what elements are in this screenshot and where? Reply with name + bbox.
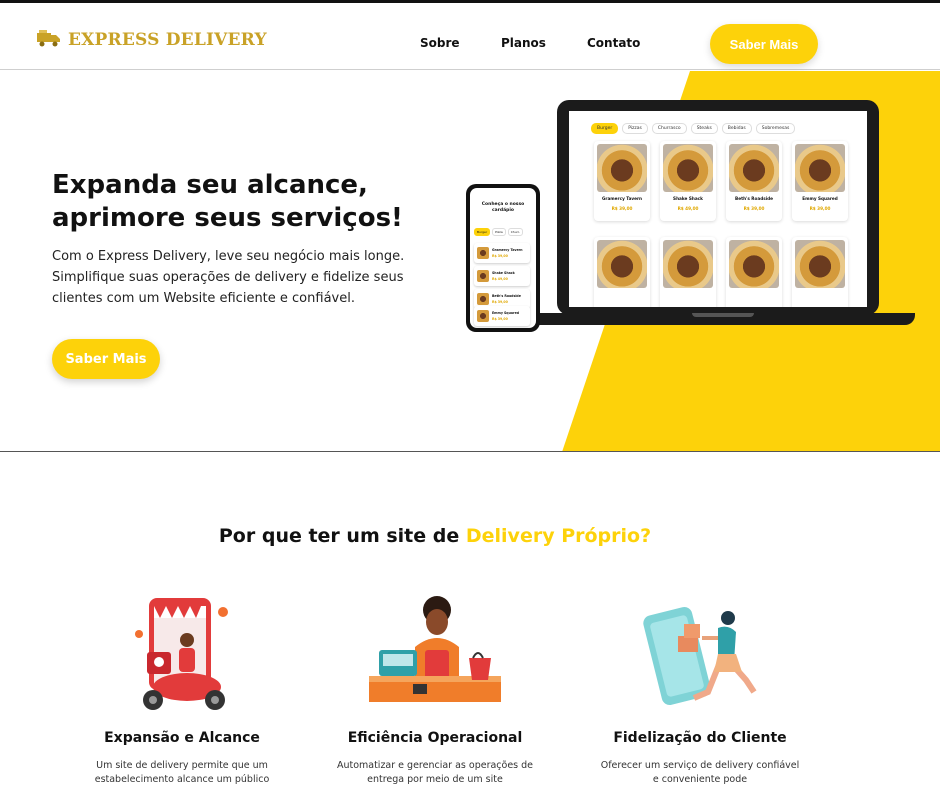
menu-tab-burger: Burger [591,123,619,134]
product-card [594,237,650,307]
product-card [660,237,716,307]
logo[interactable]: EXPRESS DELIVERY [36,29,267,51]
why-title-highlight: Delivery Próprio? [465,525,652,547]
menu-tab-steaks: Steaks [690,123,718,134]
burger-image [729,144,779,192]
burger-image [597,240,647,288]
product-name: Emmy Squared [802,196,838,201]
logo-text: EXPRESS DELIVERY [68,30,267,50]
phone-delivery-illustration [643,607,757,705]
product-name: Gramercy Tavern [601,196,643,201]
phone-tab: Pizza [492,228,506,236]
why-title-prefix: Por que ter um site de [218,525,466,547]
phone-screen: Conheça o nosso cardápio Burger Pizza Ch… [470,188,536,328]
phone-mockup: Conheça o nosso cardápio Burger Pizza Ch… [466,184,540,332]
laptop-screen: Burger Pizzas Churrasco Steaks Bebidas S… [569,111,867,307]
phone-tab: Churr. [507,228,523,236]
cashier-illustration [369,596,501,702]
burger-thumb [477,247,489,259]
phone-item-name: Beth's Roadside [492,294,521,298]
feature-title: Expansão e Alcance [104,730,260,746]
laptop-notch [692,313,754,317]
phone-item-name: Shake Shack [492,271,515,275]
burger-image [597,144,647,192]
product-price: R$ 39,00 [611,206,633,211]
product-card [792,237,848,307]
header-saber-mais-button[interactable]: Saber Mais [710,24,818,64]
phone-item-price: R$ 39,00 [492,300,508,304]
product-card: Emmy Squared R$ 39,00 [792,141,848,221]
nav-link-planos[interactable]: Planos [501,36,546,50]
product-price: R$ 49,00 [677,206,699,211]
phone-item-price: R$ 39,00 [492,317,508,321]
phone-list-item: Emmy Squared R$ 39,00 [474,306,530,326]
burger-image [663,144,713,192]
feature-text: Oferecer um serviço de delivery confiáve… [600,760,800,785]
burger-image [795,144,845,192]
menu-tabs: Burger Pizzas Churrasco Steaks Bebidas S… [591,123,796,134]
burger-image [729,240,779,288]
feature-text: Um site de delivery permite que um estab… [94,760,270,785]
nav-link-sobre[interactable]: Sobre [420,36,460,50]
menu-tab-bebidas: Bebidas [721,123,752,134]
feature-fidelizacao: Fidelização do Cliente Oferecer um servi… [585,592,815,785]
feature-text: Automatizar e gerenciar as operações de … [336,760,534,785]
phone-tabs: Burger Pizza Churr. [474,228,523,236]
hero-text: Com o Express Delivery, leve seu negócio… [52,249,405,306]
feature-eficiencia: Eficiência Operacional Automatizar e ger… [320,592,550,785]
menu-tab-churrasco: Churrasco [651,123,687,134]
burger-thumb [477,293,489,305]
product-card: Gramercy Tavern R$ 39,00 [594,141,650,221]
delivery-scooter-illustration [135,598,228,710]
phone-list-item: Shake Shack R$ 49,00 [474,266,530,286]
phone-item-name: Gramercy Tavern [492,248,523,252]
phone-list-item: Gramercy Tavern R$ 39,00 [474,243,530,263]
burger-thumb [477,310,489,322]
phone-item-price: R$ 39,00 [492,254,508,258]
product-name: Shake Shack [673,196,703,201]
why-section-title: Por que ter um site de Delivery Próprio? [0,525,870,547]
burger-image [663,240,713,288]
feature-expansao: Expansão e Alcance Um site de delivery p… [67,592,297,785]
phone-item-name: Emmy Squared [492,311,520,315]
hero-title: Expanda seu alcance, aprimore seus servi… [52,170,403,233]
nav-link-contato[interactable]: Contato [587,36,640,50]
delivery-truck-icon [36,29,62,51]
product-price: R$ 39,00 [743,206,765,211]
feature-title: Eficiência Operacional [347,730,523,746]
feature-title: Fidelização do Cliente [613,730,787,746]
product-card [726,237,782,307]
burger-thumb [477,270,489,282]
phone-title: Conheça o nosso cardápio [481,202,525,213]
product-name: Beth's Roadside [735,196,773,201]
phone-item-price: R$ 49,00 [492,277,508,281]
hero-saber-mais-button[interactable]: Saber Mais [52,339,160,379]
product-card: Shake Shack R$ 49,00 [660,141,716,221]
menu-tab-pizzas: Pizzas [622,123,648,134]
laptop-mockup: Burger Pizzas Churrasco Steaks Bebidas S… [557,100,879,315]
phone-tab: Burger [474,228,491,236]
menu-tab-sobremesas: Sobremesas [755,123,796,134]
site-header: EXPRESS DELIVERY Sobre Planos Contato Sa… [0,3,940,70]
product-card: Beth's Roadside R$ 39,00 [726,141,782,221]
burger-image [795,240,845,288]
product-price: R$ 39,00 [809,206,831,211]
